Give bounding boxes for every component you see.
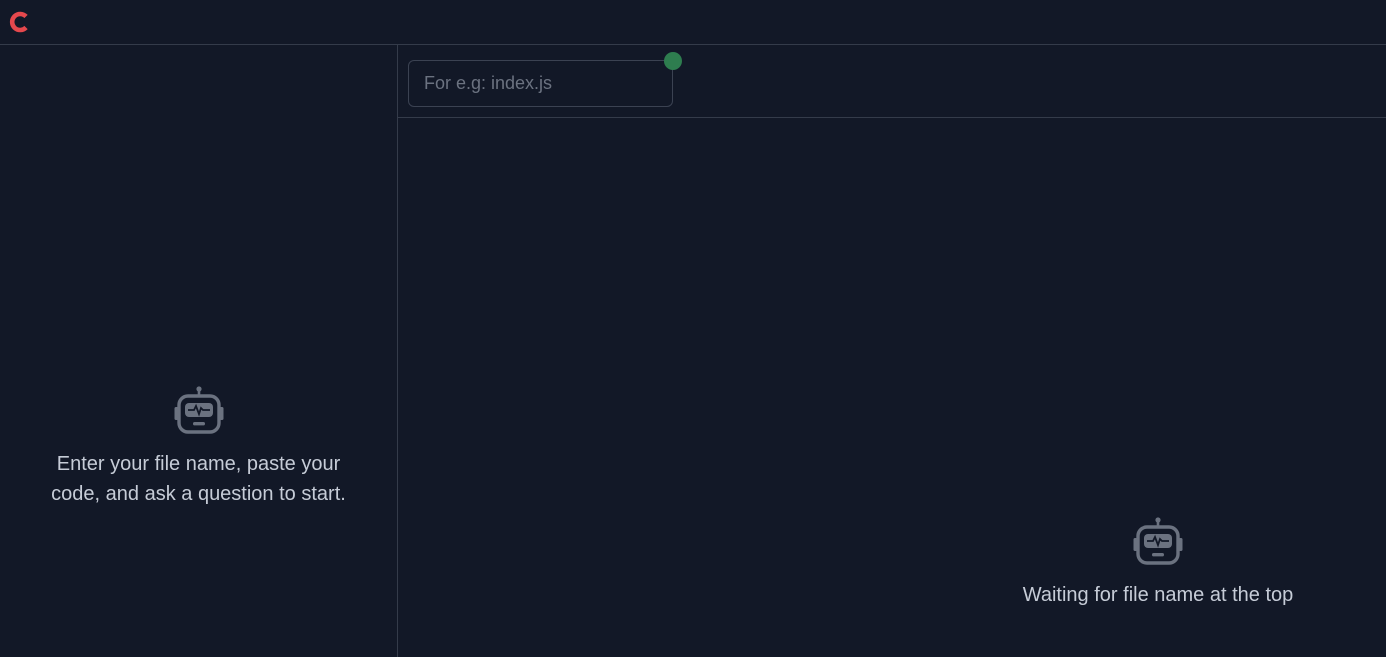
main-empty-state: Waiting for file name at the top (1008, 516, 1308, 610)
sidebar-empty-message: Enter your file name, paste your code, a… (51, 453, 346, 505)
chat-sidebar: Enter your file name, paste your code, a… (0, 45, 398, 657)
file-bar (398, 45, 1386, 118)
main-empty-message: Waiting for file name at the top (1022, 584, 1294, 606)
robot-icon (174, 386, 223, 434)
status-indicator (664, 52, 682, 70)
sidebar-empty-state: Enter your file name, paste your code, a… (0, 385, 397, 509)
c-logo-icon[interactable] (8, 10, 32, 34)
top-bar (0, 0, 1386, 45)
file-name-input[interactable] (408, 60, 673, 107)
app-root: Enter your file name, paste your code, a… (0, 0, 1386, 657)
robot-icon (1133, 517, 1183, 565)
main-panel: Waiting for file name at the top (398, 45, 1386, 657)
